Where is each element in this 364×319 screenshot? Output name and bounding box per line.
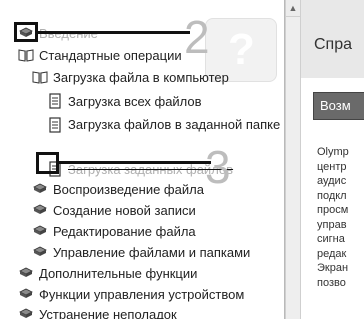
tree-item-extra-functions[interactable]: Дополнительные функции [18, 262, 197, 284]
paragraph-line: позво [317, 276, 346, 289]
tree-item-standard-operations[interactable]: Стандартные операции [18, 44, 182, 66]
tree-item-label: Управление файлами и папками [53, 244, 251, 260]
open-book-icon [18, 47, 34, 63]
paragraph-line: редак [317, 247, 347, 260]
closed-book-icon [32, 244, 48, 260]
section-header-text: Возм [320, 98, 351, 113]
content-paragraph: Olymp центр аудис подкл просм управ сигн… [317, 145, 364, 290]
closed-book-icon [32, 202, 48, 218]
tree-item-device-control[interactable]: Функции управления устройством [18, 283, 244, 305]
tree-item-download-folder-files[interactable]: Загрузка файлов в заданной папке [47, 116, 284, 133]
paragraph-line: управ [317, 218, 347, 231]
section-header: Возм [313, 92, 364, 120]
paragraph-line: просм [317, 204, 349, 216]
closed-book-icon [32, 223, 48, 239]
closed-book-icon [18, 286, 34, 302]
tree-item-label: Функции управления устройством [39, 286, 245, 302]
page-icon [47, 93, 63, 109]
tree-item-label: Устранение неполадок [39, 306, 177, 319]
tree-item-label: Воспроизведение файла [53, 181, 204, 197]
page-icon [47, 117, 63, 133]
callout-box-page [36, 152, 59, 174]
callout-leader-line [38, 31, 190, 34]
paragraph-line: Экран [317, 262, 349, 274]
tree-item-playback[interactable]: Воспроизведение файла [32, 178, 204, 200]
paragraph-line: центр [317, 160, 347, 173]
contents-tree: ? Введение Стандартные операции Загрузка… [0, 0, 285, 319]
tree-item-label: Редактирование файла [53, 223, 196, 239]
closed-book-icon [18, 265, 34, 281]
tree-item-label: Загрузка файла в компьютер [53, 69, 229, 85]
tree-item-label: Создание новой записи [53, 202, 196, 218]
callout-leader-line [59, 161, 211, 164]
content-pane: Спра Возм Olymp центр аудис подкл просм … [301, 0, 364, 319]
callout-number: 2 [184, 11, 210, 63]
callout-number: 3 [205, 141, 231, 193]
tree-item-troubleshooting[interactable]: Устранение неполадок [18, 303, 177, 319]
tree-item-file-management[interactable]: Управление файлами и папками [32, 241, 250, 263]
tree-item-download-all-files[interactable]: Загрузка всех файлов [47, 90, 202, 112]
closed-book-icon [32, 181, 48, 197]
paragraph-line: подкл [317, 189, 347, 202]
open-book-icon [32, 69, 48, 85]
help-window: ? Введение Стандартные операции Загрузка… [0, 0, 364, 319]
paragraph-line: сигна [317, 233, 345, 245]
paragraph-line: Olymp [317, 146, 349, 158]
tree-item-download-to-computer[interactable]: Загрузка файла в компьютер [32, 66, 229, 88]
page-title: Спра [314, 36, 353, 53]
tree-item-new-recording[interactable]: Создание новой записи [32, 199, 196, 221]
closed-book-icon [18, 306, 34, 319]
tree-item-label: Загрузка файлов в заданной папке [68, 117, 281, 132]
tree-item-label: Дополнительные функции [39, 265, 198, 281]
callout-box-intro [14, 22, 38, 42]
tree-item-label: Стандартные операции [39, 47, 182, 63]
tree-item-label: Загрузка всех файлов [68, 93, 202, 109]
scroll-up-arrow-icon[interactable]: ▲ [286, 0, 300, 17]
paragraph-line: аудис [317, 175, 347, 187]
tree-item-edit-file[interactable]: Редактирование файла [32, 220, 196, 242]
vertical-scrollbar[interactable]: ▲ [285, 0, 301, 319]
